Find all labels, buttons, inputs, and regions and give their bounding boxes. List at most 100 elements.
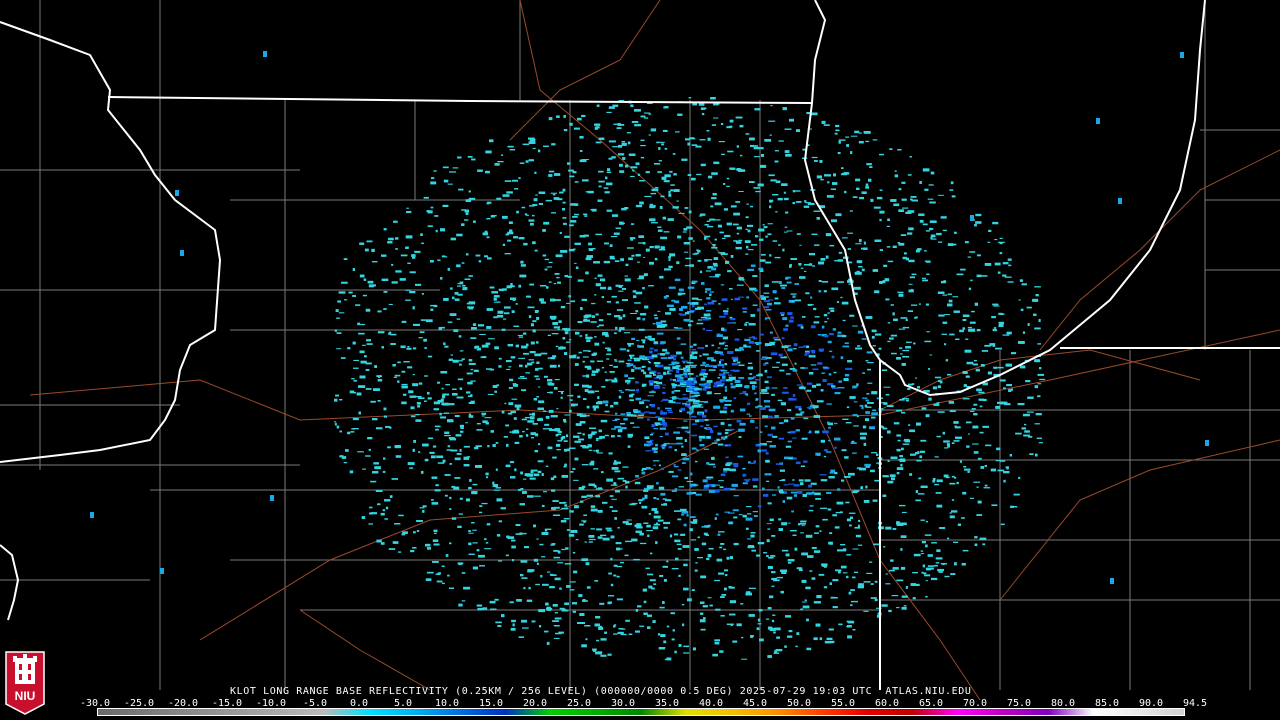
echo-pixel [723,471,728,473]
echo-pixel [992,345,996,347]
echo-pixel [505,360,512,363]
echo-pixel [629,237,636,240]
echo-pixel [978,398,984,401]
echo-pixel [720,473,726,477]
echo-pixel [412,256,416,259]
echo-pixel [840,356,844,360]
echo-pixel [791,510,794,513]
echo-pixel [744,240,751,243]
echo-pixel [810,296,813,299]
echo-pixel [643,600,647,604]
echo-pixel [723,372,729,374]
echo-pixel [972,443,979,445]
echo-pixel [764,425,768,428]
echo-pixel [727,322,735,324]
echo-pixel [596,360,604,362]
echo-pixel [685,365,691,368]
echo-pixel [930,171,935,175]
echo-pixel [635,310,639,313]
echo-pixel [421,293,424,295]
echo-pixel [485,150,492,154]
echo-pixel [684,369,687,372]
echo-pixel [383,407,387,411]
echo-pixel [945,359,948,362]
echo-pixel [496,314,504,318]
echo-pixel [683,381,687,383]
echo-pixel [505,554,509,557]
echo-pixel [699,388,703,391]
echo-pixel [814,160,818,162]
echo-pixel [656,141,660,144]
echo-pixel [759,259,766,262]
echo-pixel [781,183,788,186]
echo-pixel [806,382,813,385]
echo-pixel [575,266,579,269]
echo-pixel [716,334,723,337]
echo-pixel [430,260,434,263]
echo-pixel [440,228,445,232]
echo-pixel [681,453,686,455]
echo-pixel [987,241,991,243]
echo-pixel [485,342,491,345]
echo-pixel [457,562,464,564]
echo-pixel [657,633,660,636]
echo-pixel [866,572,873,574]
echo-pixel [789,265,792,268]
echo-pixel [740,603,744,605]
echo-pixel [630,422,635,424]
echo-pixel [655,443,658,447]
echo-pixel [635,609,639,612]
echo-pixel [900,548,903,551]
echo-pixel [470,380,476,382]
echo-pixel [552,500,559,502]
echo-pixel [826,637,833,640]
echo-pixel [991,316,996,319]
echo-pixel [749,181,755,183]
echo-pixel [454,298,460,301]
echo-pixel [654,510,659,514]
echo-pixel [570,589,575,591]
echo-pixel [518,177,521,179]
echo-pixel [917,248,922,251]
echo-pixel [909,429,915,433]
echo-pixel [803,460,808,463]
echo-pixel [543,491,547,493]
echo-pixel [341,281,348,284]
echo-pixel [413,440,416,443]
echo-pixel [699,270,703,274]
echo-pixel [572,468,576,470]
echo-pixel [709,293,712,297]
echo-pixel [771,426,776,430]
echo-pixel [519,532,523,534]
echo-pixel [874,479,880,482]
echo-pixel [979,431,984,434]
echo-pixel [592,405,599,409]
echo-pixel [696,173,702,176]
echo-pixel [661,422,667,425]
echo-pixel [585,271,589,275]
echo-pixel [704,409,708,413]
echo-pixel [747,229,751,233]
echo-pixel [813,601,821,604]
echo-pixel [522,377,527,379]
echo-pixel [579,613,585,616]
echo-pixel [465,422,468,424]
echo-pixel [874,239,882,242]
echo-pixel [901,411,906,414]
echo-pixel [697,347,705,349]
echo-pixel [999,242,1003,245]
echo-pixel [638,275,645,279]
echo-pixel [804,479,811,482]
echo-pixel [645,374,652,378]
echo-pixel [581,298,587,301]
echo-pixel [978,391,985,394]
echo-pixel [741,658,748,660]
echo-pixel [755,190,761,193]
echo-pixel [530,341,535,345]
echo-pixel [629,153,636,156]
echo-pixel [373,462,379,465]
echo-pixel [964,468,971,471]
echo-pixel [377,379,383,382]
echo-pixel [695,460,698,463]
echo-pixel [620,427,627,430]
